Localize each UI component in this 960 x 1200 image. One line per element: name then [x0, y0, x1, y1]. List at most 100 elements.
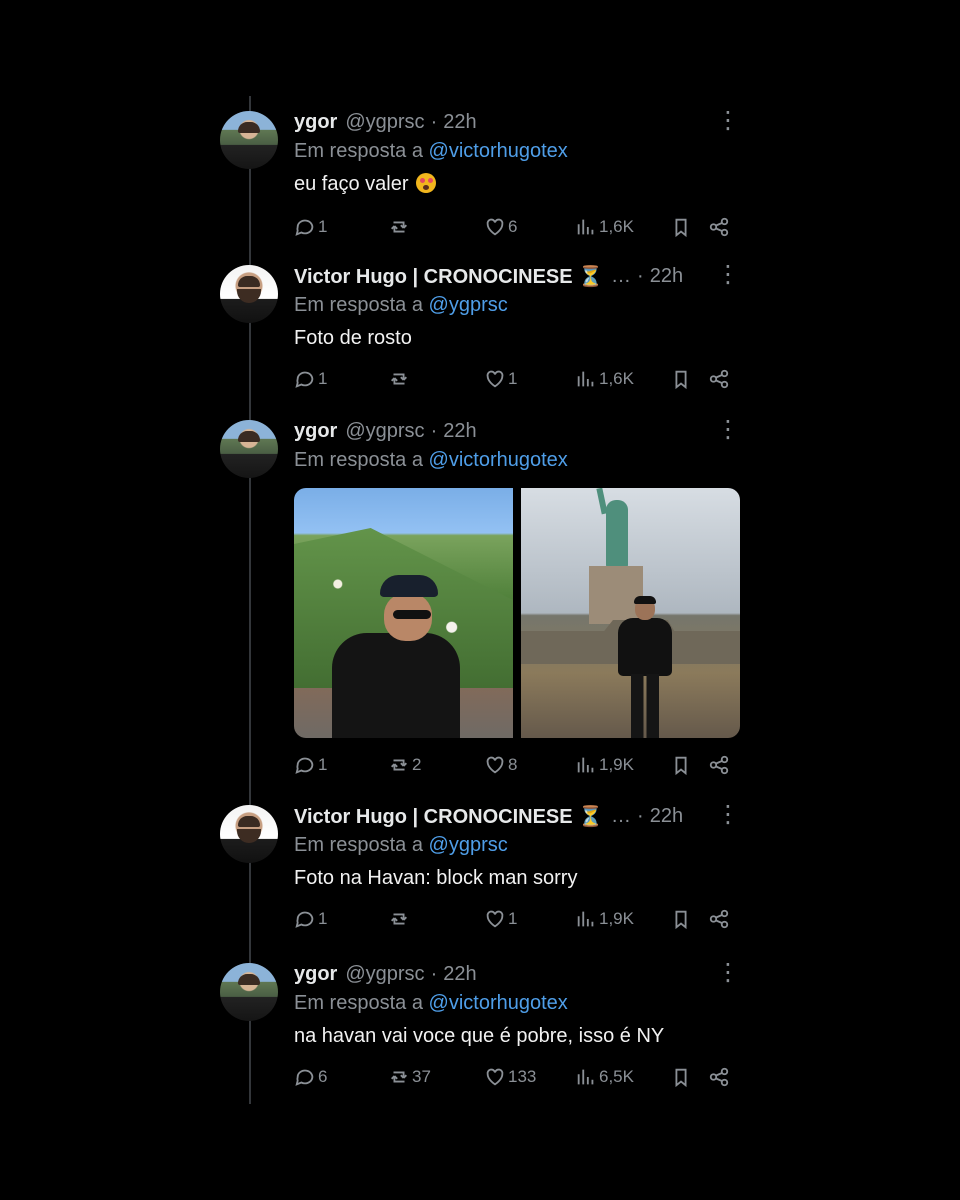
timestamp[interactable]: 22h [650, 805, 683, 828]
display-name[interactable]: ygor [294, 111, 337, 134]
username[interactable]: @ygprsc [345, 111, 424, 134]
reply-context: Em resposta a @ygprsc [294, 294, 508, 316]
timestamp[interactable]: 22h [443, 111, 476, 134]
share-icon [709, 217, 729, 237]
avatar-victor-hugo[interactable] [220, 265, 278, 323]
more-options-icon[interactable]: ⋮ [716, 263, 740, 287]
like-button[interactable]: 6 [484, 213, 517, 241]
reply-to-link[interactable]: @victorhugotex [429, 992, 568, 1014]
repost-button[interactable]: 37 [388, 1063, 431, 1091]
share-button[interactable] [708, 905, 730, 933]
timestamp[interactable]: 22h [650, 265, 683, 288]
repost-icon [391, 759, 407, 771]
views-button[interactable]: 1,9K [575, 751, 634, 779]
photo-statue-of-liberty[interactable] [521, 488, 740, 738]
share-button[interactable] [708, 365, 730, 393]
like-button[interactable]: 1 [484, 905, 517, 933]
tweet-actions: 1 6 1,6K [294, 213, 740, 241]
like-button[interactable]: 1 [484, 365, 517, 393]
views-button[interactable]: 1,9K [575, 905, 634, 933]
repost-button[interactable] [388, 905, 412, 933]
bookmark-button[interactable] [670, 365, 692, 393]
repost-icon [391, 373, 407, 385]
bookmark-icon [675, 1068, 687, 1088]
reply-button[interactable]: 6 [294, 1063, 327, 1091]
like-button[interactable]: 8 [484, 751, 517, 779]
reply-button[interactable]: 1 [294, 751, 327, 779]
share-button[interactable] [708, 751, 730, 779]
avatar-ygor[interactable] [220, 111, 278, 169]
share-icon [709, 369, 729, 389]
more-options-icon[interactable]: ⋮ [716, 961, 740, 985]
analytics-icon [577, 219, 594, 235]
astonished-face-icon [416, 173, 437, 193]
tweet-text: Foto de rosto [294, 327, 412, 349]
bookmark-button[interactable] [670, 751, 692, 779]
comment-icon [295, 757, 314, 774]
tweet-body: Victor Hugo | CRONOCINESE ⏳ … · 22h ⋮ Em… [294, 263, 740, 357]
reply-to-link[interactable]: @victorhugotex [429, 140, 568, 162]
display-name[interactable]: ygor [294, 963, 337, 986]
tweet-body: ygor @ygprsc · 22h ⋮ Em resposta a @vict… [294, 109, 740, 203]
reply-button[interactable]: 1 [294, 365, 327, 393]
repost-icon [391, 913, 407, 925]
username[interactable]: @ygprsc [345, 963, 424, 986]
display-name[interactable]: Victor Hugo | CRONOCINESE ⏳ [294, 264, 603, 289]
username[interactable]: @ygprsc [345, 420, 424, 443]
display-name[interactable]: ygor [294, 420, 337, 443]
reply-to-link[interactable]: @ygprsc [429, 834, 508, 856]
reply-button[interactable]: 1 [294, 213, 327, 241]
tweet-4[interactable]: Victor Hugo | CRONOCINESE ⏳ … · 22h ⋮ Em… [220, 803, 740, 933]
tweet-actions: 1 1 1,9K [294, 905, 740, 933]
repost-button[interactable] [388, 365, 412, 393]
avatar-ygor[interactable] [220, 963, 278, 1021]
timestamp[interactable]: 22h [443, 963, 476, 986]
display-name[interactable]: Victor Hugo | CRONOCINESE ⏳ [294, 804, 603, 829]
analytics-icon [577, 911, 594, 927]
tweet-header: Victor Hugo | CRONOCINESE ⏳ … · 22h [294, 263, 740, 289]
separator-dot: · [637, 264, 644, 287]
views-button[interactable]: 1,6K [575, 213, 634, 241]
share-button[interactable] [708, 1063, 730, 1091]
avatar-ygor[interactable] [220, 420, 278, 478]
more-options-icon[interactable]: ⋮ [716, 109, 740, 133]
tweet-header: ygor @ygprsc · 22h [294, 418, 740, 444]
tweet-2[interactable]: Victor Hugo | CRONOCINESE ⏳ … · 22h ⋮ Em… [220, 263, 740, 393]
repost-icon [391, 1071, 407, 1083]
repost-button[interactable] [388, 213, 412, 241]
tweet-3[interactable]: ygor @ygprsc · 22h ⋮ Em resposta a @vict… [220, 418, 740, 780]
tweet-body: ygor @ygprsc · 22h ⋮ Em resposta a @vict… [294, 961, 740, 1055]
tweet-header: Victor Hugo | CRONOCINESE ⏳ … · 22h [294, 803, 740, 829]
heart-icon [486, 218, 504, 236]
reply-context: Em resposta a @victorhugotex [294, 992, 568, 1014]
bookmark-button[interactable] [670, 213, 692, 241]
heart-icon [486, 370, 504, 388]
username[interactable]: … [611, 265, 631, 288]
tweet-1[interactable]: ygor @ygprsc · 22h ⋮ Em resposta a @vict… [220, 109, 740, 241]
bookmark-icon [675, 370, 687, 390]
photo-man-hillside[interactable] [294, 488, 513, 738]
repost-icon [391, 221, 407, 233]
views-button[interactable]: 6,5K [575, 1063, 634, 1091]
bookmark-button[interactable] [670, 1063, 692, 1091]
heart-icon [486, 910, 504, 928]
repost-button[interactable]: 2 [388, 751, 421, 779]
share-button[interactable] [708, 213, 730, 241]
tweet-media-grid [294, 488, 740, 738]
reply-button[interactable]: 1 [294, 905, 327, 933]
timestamp[interactable]: 22h [443, 420, 476, 443]
share-icon [709, 1067, 729, 1087]
tweet-text: Foto na Havan: block man sorry [294, 867, 578, 889]
views-button[interactable]: 1,6K [575, 365, 634, 393]
bookmark-button[interactable] [670, 905, 692, 933]
tweet-actions: 1 1 1,6K [294, 365, 740, 393]
analytics-icon [577, 1069, 594, 1085]
reply-to-link[interactable]: @ygprsc [429, 294, 508, 316]
like-button[interactable]: 133 [484, 1063, 536, 1091]
avatar-victor-hugo[interactable] [220, 805, 278, 863]
tweet-5[interactable]: ygor @ygprsc · 22h ⋮ Em resposta a @vict… [220, 961, 740, 1091]
reply-to-link[interactable]: @victorhugotex [429, 449, 568, 471]
more-options-icon[interactable]: ⋮ [716, 803, 740, 827]
more-options-icon[interactable]: ⋮ [716, 418, 740, 442]
username[interactable]: … [611, 805, 631, 828]
